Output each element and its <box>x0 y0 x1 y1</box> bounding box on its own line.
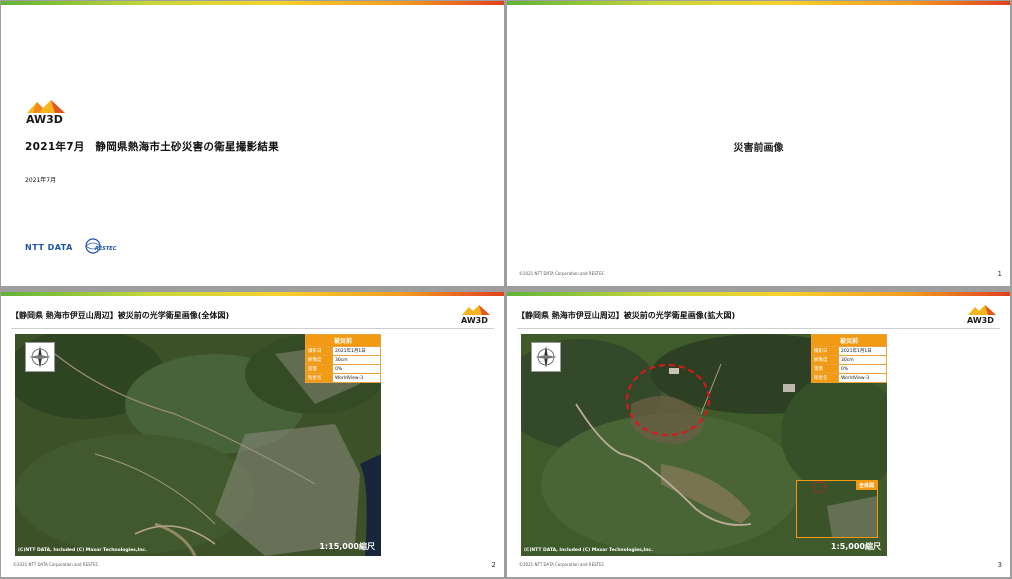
image-credit: (C)NTT DATA, Included (C) Maxar Technolo… <box>524 548 653 553</box>
report-date: 2021年7月 <box>25 177 57 184</box>
overview-inset-map[interactable]: 全体図 <box>796 480 878 538</box>
info-value: WorldView-3 <box>838 373 887 383</box>
section-title: 災害前画像 <box>733 143 784 154</box>
gradient-bar <box>1 292 504 296</box>
info-key: 衛星名 <box>305 373 333 383</box>
gradient-bar <box>507 1 1010 5</box>
report-title: 2021年7月 静岡県熱海市土砂災害の衛星撮影結果 <box>25 141 280 153</box>
info-key: 解像度 <box>305 355 333 365</box>
info-value: WorldView-3 <box>332 373 381 383</box>
info-value: 30cm <box>332 355 381 365</box>
slide-heading: 【静岡県 熱海市伊豆山周辺】被災前の光学衛星画像(全体図) <box>11 311 230 320</box>
heading-divider <box>517 328 1000 329</box>
info-header: 被災前 <box>811 334 887 347</box>
slide-2-section[interactable]: 災害前画像 ©2021 NTT DATA Corporation and RES… <box>507 1 1010 286</box>
image-credit: (C)NTT DATA, Included (C) Maxar Technolo… <box>18 548 147 553</box>
gradient-bar <box>1 1 504 5</box>
aw3d-logo: AW3D <box>25 99 73 125</box>
copyright: ©2021 NTT DATA Corporation and RESTEC <box>519 562 605 567</box>
ntt-data-logo: NTT DATA <box>25 243 73 252</box>
copyright: ©2021 NTT DATA Corporation and RESTEC <box>519 271 605 276</box>
page-number: 3 <box>997 561 1002 569</box>
info-header: 被災前 <box>305 334 381 347</box>
info-key: 雲量 <box>811 364 839 374</box>
info-key: 撮影日 <box>305 346 333 356</box>
aw3d-logo: AW3D <box>966 304 1000 328</box>
info-value: 0% <box>332 364 381 374</box>
aw3d-logo-text: AW3D <box>26 113 63 125</box>
north-arrow-icon <box>531 342 561 372</box>
restec-logo-text: RESTEC <box>95 246 117 252</box>
aw3d-logo: AW3D <box>460 304 494 328</box>
aw3d-logo-text: AW3D <box>461 316 488 324</box>
map-scale: 1:15,000縮尺 <box>319 542 375 551</box>
page-number: 1 <box>997 270 1002 278</box>
info-value: 0% <box>838 364 887 374</box>
inset-label: 全体図 <box>855 481 877 490</box>
image-info-table: 被災前 撮影日 2021年1月1日 解像度 30cm 雲量 0% 衛星名 WorldVi… <box>811 334 887 383</box>
restec-logo: RESTEC <box>81 237 117 259</box>
info-value: 2021年1月1日 <box>838 346 887 356</box>
info-key: 撮影日 <box>811 346 839 356</box>
info-key: 解像度 <box>811 355 839 365</box>
satellite-image-overview[interactable]: 被災前 撮影日 2021年1月1日 解像度 30cm 雲量 0% 衛星名 WorldVi… <box>15 334 381 556</box>
info-value: 2021年1月1日 <box>332 346 381 356</box>
north-arrow-icon <box>25 342 55 372</box>
gradient-bar <box>507 292 1010 296</box>
satellite-image-zoom[interactable]: 被災前 撮影日 2021年1月1日 解像度 30cm 雲量 0% 衛星名 WorldVi… <box>521 334 887 556</box>
slide-heading: 【静岡県 熱海市伊豆山周辺】被災前の光学衛星画像(拡大図) <box>517 311 736 320</box>
map-scale: 1:5,000縮尺 <box>830 542 881 551</box>
aw3d-logo-text: AW3D <box>967 316 994 324</box>
slide-1-title[interactable]: AW3D 2021年7月 静岡県熱海市土砂災害の衛星撮影結果 2021年7月 N… <box>1 1 504 286</box>
info-value: 30cm <box>838 355 887 365</box>
copyright: ©2021 NTT DATA Corporation and RESTEC <box>13 562 99 567</box>
heading-divider <box>11 328 494 329</box>
image-info-table: 被災前 撮影日 2021年1月1日 解像度 30cm 雲量 0% 衛星名 WorldVi… <box>305 334 381 383</box>
slide-4-zoom[interactable]: 【静岡県 熱海市伊豆山周辺】被災前の光学衛星画像(拡大図) AW3D 被災前 撮… <box>507 292 1010 577</box>
info-key: 雲量 <box>305 364 333 374</box>
page-number: 2 <box>491 561 496 569</box>
info-key: 衛星名 <box>811 373 839 383</box>
slide-3-overview[interactable]: 【静岡県 熱海市伊豆山周辺】被災前の光学衛星画像(全体図) AW3D 被災前 撮… <box>1 292 504 577</box>
